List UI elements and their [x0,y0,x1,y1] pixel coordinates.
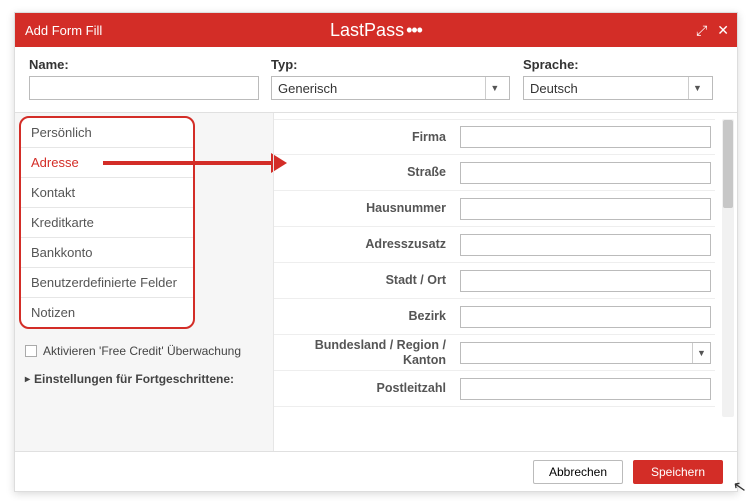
advanced-settings-toggle[interactable]: ▸ Einstellungen für Fortgeschrittene: [25,372,263,386]
form-row: Hausnummer [274,191,715,227]
name-input[interactable] [29,76,259,100]
form-row: Firma [274,119,715,155]
scrollbar-thumb[interactable] [723,120,733,208]
language-label: Sprache: [523,57,723,72]
field-input[interactable] [460,126,711,148]
tab-notizen[interactable]: Notizen [21,298,193,327]
tab-kontakt[interactable]: Kontakt [21,178,193,208]
chevron-down-icon: ▼ [688,77,706,99]
form-row: Straße [274,155,715,191]
titlebar: Add Form Fill LastPass••• ⤢ ✕ [15,13,737,47]
close-icon[interactable]: ✕ [717,22,729,39]
form-row: Stadt / Ort [274,263,715,299]
tab-adresse[interactable]: Adresse [21,148,193,178]
category-tabs: PersönlichAdresseKontaktKreditkarteBankk… [19,116,195,329]
field-label: Straße [274,165,460,179]
field-input[interactable] [460,162,711,184]
name-label: Name: [29,57,271,72]
left-extra: Aktivieren 'Free Credit' Überwachung ▸ E… [15,332,273,392]
scrollbar[interactable] [722,119,734,417]
dialog-footer: Abbrechen Speichern [15,451,737,491]
form-fill-dialog: Add Form Fill LastPass••• ⤢ ✕ Name: Typ:… [14,12,738,492]
type-select[interactable]: Generisch ▼ [271,76,510,100]
save-button[interactable]: Speichern [633,460,723,484]
form-row: Postleitzahl [274,371,715,407]
tab-kreditkarte[interactable]: Kreditkarte [21,208,193,238]
field-label: Adresszusatz [274,237,460,251]
field-label: Postleitzahl [274,381,460,395]
chevron-down-icon: ▼ [692,343,710,363]
field-label: Hausnummer [274,201,460,215]
expand-icon[interactable]: ⤢ [696,22,707,39]
type-label: Typ: [271,57,523,72]
free-credit-checkbox[interactable]: Aktivieren 'Free Credit' Überwachung [25,344,263,358]
chevron-down-icon: ▼ [485,77,503,99]
field-label: Firma [274,130,460,144]
field-input[interactable] [460,198,711,220]
checkbox-box [25,345,37,357]
tab-pers-nlich[interactable]: Persönlich [21,118,193,148]
window-title: Add Form Fill [25,23,102,38]
field-select[interactable]: ▼ [460,342,711,364]
field-input[interactable] [460,378,711,400]
tab-benutzerdefinierte-felder[interactable]: Benutzerdefinierte Felder [21,268,193,298]
form-area: Firma Straße Hausnummer Adresszusatz Stadt /… [274,113,737,451]
field-input[interactable] [460,306,711,328]
window-controls: ⤢ ✕ [696,13,729,47]
field-label: Bezirk [274,309,460,323]
cancel-button[interactable]: Abbrechen [533,460,623,484]
dialog-body: PersönlichAdresseKontaktKreditkarteBankk… [15,112,737,451]
form-row: Bezirk [274,299,715,335]
language-select[interactable]: Deutsch ▼ [523,76,713,100]
field-input[interactable] [460,270,711,292]
brand-logo: LastPass••• [330,20,422,41]
left-panel: PersönlichAdresseKontaktKreditkarteBankk… [15,113,273,451]
field-label: Bundesland / Region / Kanton [274,338,460,367]
form-row: Adresszusatz [274,227,715,263]
triangle-right-icon: ▸ [25,374,30,385]
top-fields: Name: Typ: Generisch ▼ Sprache: Deutsch … [15,47,737,112]
tab-bankkonto[interactable]: Bankkonto [21,238,193,268]
field-input[interactable] [460,234,711,256]
right-panel: Firma Straße Hausnummer Adresszusatz Stadt /… [273,113,737,451]
field-label: Stadt / Ort [274,273,460,287]
arrow-annotation [103,161,273,165]
form-row: Bundesland / Region / Kanton ▼ [274,335,715,371]
